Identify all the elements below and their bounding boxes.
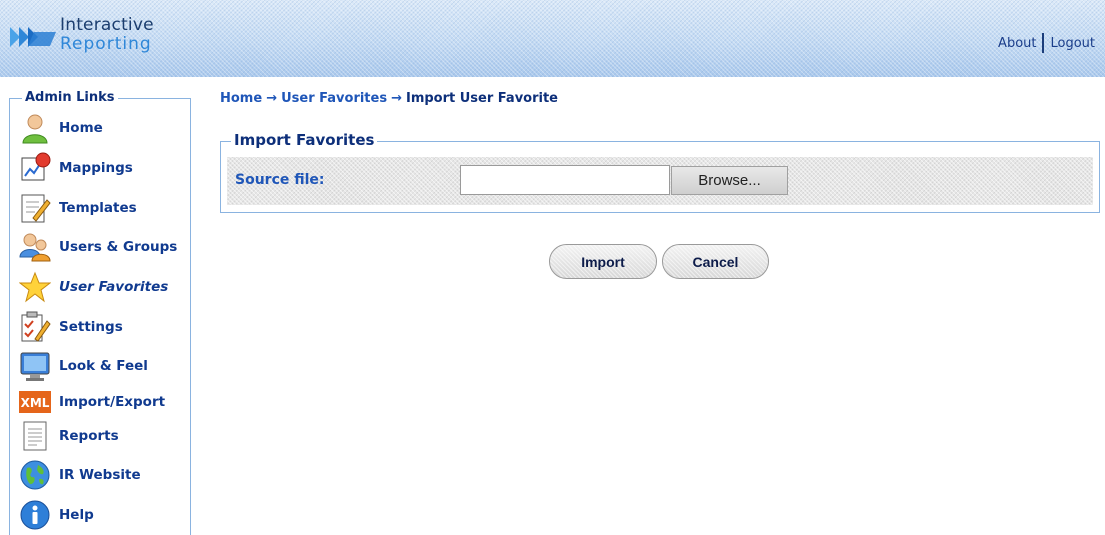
svg-text:XML: XML [21,396,50,410]
browse-button[interactable]: Browse... [671,166,788,195]
sidebar-item-settings[interactable]: Settings [18,310,123,344]
cancel-button[interactable]: Cancel [662,244,769,279]
sidebar-item-users-groups[interactable]: Users & Groups [18,230,177,264]
report-icon [18,419,52,453]
sidebar-item-look-feel[interactable]: Look & Feel [18,349,148,383]
link-separator [1042,33,1045,53]
logout-link[interactable]: Logout [1050,36,1095,51]
source-file-input[interactable] [460,165,670,195]
info-icon [18,498,52,532]
logo-arrows-icon [10,27,56,47]
import-favorites-legend: Import Favorites [231,131,378,149]
templates-icon [18,191,52,225]
app-header: Interactive Reporting About Logout [0,0,1105,77]
sidebar-item-reports[interactable]: Reports [18,419,119,453]
breadcrumb-separator: → [391,91,402,106]
user-icon [18,111,52,145]
sidebar-item-ir-website[interactable]: IR Website [18,458,141,492]
xml-icon: XML [18,385,52,419]
source-file-row: Source file: Browse... [227,157,1093,205]
admin-links-title: Admin Links [22,90,118,105]
sidebar-item-help[interactable]: Help [18,498,94,532]
sidebar-item-templates[interactable]: Templates [18,191,137,225]
logo-subtitle: Reporting [60,34,152,54]
logo-title: Interactive [60,15,154,35]
globe-icon [18,458,52,492]
admin-links-panel: Admin Links Home Mappings Templates User… [9,90,191,535]
monitor-icon [18,349,52,383]
mappings-icon [18,151,52,185]
breadcrumb-separator: → [266,91,278,106]
star-icon [18,270,52,304]
sidebar-item-home[interactable]: Home [18,111,103,145]
sidebar-item-user-favorites[interactable]: User Favorites [18,270,168,304]
sidebar-item-import-export[interactable]: XML Import/Export [18,385,165,419]
breadcrumb-user-favorites[interactable]: User Favorites [281,91,387,106]
app-logo[interactable]: Interactive Reporting [10,14,180,62]
breadcrumb-home[interactable]: Home [220,91,262,106]
settings-icon [18,310,52,344]
import-favorites-fieldset: Import Favorites Source file: Browse... [220,131,1100,213]
breadcrumb: Home → User Favorites → Import User Favo… [220,91,558,106]
breadcrumb-current: Import User Favorite [405,91,558,106]
sidebar-item-mappings[interactable]: Mappings [18,151,133,185]
about-link[interactable]: About [998,36,1036,51]
source-file-label: Source file: [235,172,325,188]
top-links: About Logout [998,33,1095,53]
users-groups-icon [18,230,52,264]
import-button[interactable]: Import [549,244,657,279]
